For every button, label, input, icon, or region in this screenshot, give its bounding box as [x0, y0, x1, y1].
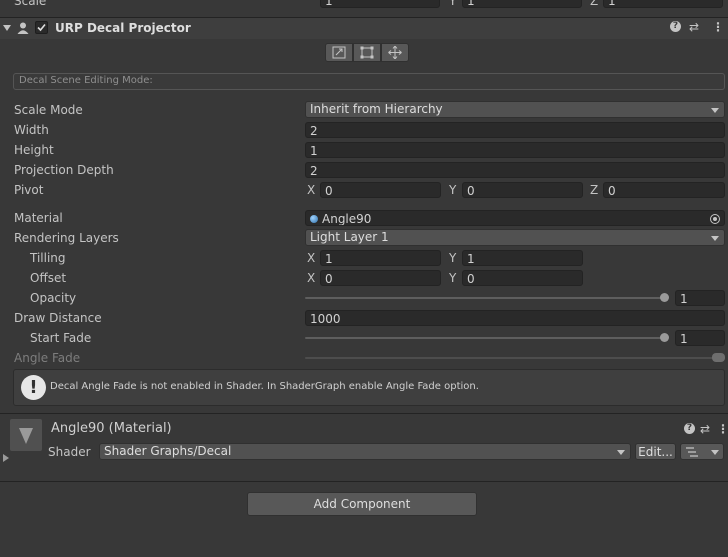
angle-fade-range-handle-icon [712, 353, 725, 362]
shader-options-button[interactable] [680, 443, 724, 460]
projection-depth-label: Projection Depth [14, 163, 114, 177]
chevron-down-icon [711, 236, 719, 241]
start-fade-label: Start Fade [30, 331, 92, 345]
preset-icon[interactable]: ⇄ [689, 20, 699, 34]
tiling-y-axis-label: Y [449, 251, 457, 265]
offset-label: Offset [30, 271, 67, 285]
tiling-x-field[interactable]: 1 [320, 250, 441, 266]
chevron-down-icon [617, 450, 625, 455]
warning-icon: ! [21, 375, 46, 400]
height-label: Height [14, 143, 54, 157]
rendering-layers-dropdown[interactable]: Light Layer 1 [305, 229, 725, 246]
shader-value: Shader Graphs/Decal [104, 444, 232, 458]
scale-z-field[interactable]: 1 [603, 0, 723, 8]
material-value: Angle90 [322, 212, 372, 226]
scale-z-axis-label: Z [590, 0, 599, 8]
opacity-slider-track[interactable] [305, 297, 667, 299]
angle-fade-range-track [305, 357, 725, 359]
pivot-z-field[interactable]: 0 [603, 182, 725, 198]
material-help-icon[interactable]: ? [684, 423, 695, 434]
scene-editing-mode-label: Decal Scene Editing Mode: [19, 75, 153, 86]
warning-message: Decal Angle Fade is not enabled in Shade… [50, 381, 479, 392]
start-fade-field[interactable]: 1 [675, 330, 725, 346]
pivot-z-axis-label: Z [590, 183, 599, 197]
material-context-menu-icon[interactable]: ⋮ [717, 422, 728, 436]
pivot-label: Pivot [14, 183, 44, 197]
start-fade-slider-knob[interactable] [660, 333, 669, 342]
chevron-down-icon [711, 108, 719, 113]
context-menu-icon[interactable]: ⋮ [712, 20, 724, 34]
opacity-slider-knob[interactable] [660, 293, 669, 302]
scale-y-axis-label: Y [449, 0, 457, 8]
rendering-layers-value: Light Layer 1 [310, 230, 389, 244]
scale-mode-value: Inherit from Hierarchy [310, 102, 443, 116]
material-foldout-arrow-icon[interactable] [3, 454, 9, 462]
offset-x-axis-label: X [307, 271, 316, 285]
material-preview-thumbnail [10, 419, 42, 451]
separator [0, 413, 728, 414]
previous-component-row: Scale 1 Y 1 Z 1 [0, 0, 728, 9]
add-component-button[interactable]: Add Component [247, 492, 477, 516]
opacity-label: Opacity [30, 291, 77, 305]
scale-mode-dropdown[interactable]: Inherit from Hierarchy [305, 101, 725, 118]
pivot-y-field[interactable]: 0 [462, 182, 583, 198]
tiling-y-field[interactable]: 1 [462, 250, 583, 266]
material-sphere-icon [310, 215, 318, 223]
shader-dropdown[interactable]: Shader Graphs/Decal [99, 443, 631, 460]
foldout-arrow-icon[interactable] [3, 25, 11, 31]
offset-x-field[interactable]: 0 [320, 270, 441, 286]
shader-label: Shader [48, 445, 91, 459]
material-object-field[interactable]: Angle90 [305, 210, 725, 226]
scale-label: Scale [14, 0, 47, 8]
object-picker-icon[interactable] [710, 214, 720, 224]
projection-depth-field[interactable]: 2 [305, 162, 725, 178]
help-icon[interactable]: ? [670, 21, 681, 32]
offset-y-axis-label: Y [449, 271, 457, 285]
material-panel-title: Angle90 (Material) [51, 421, 172, 436]
enabled-checkbox[interactable] [35, 21, 48, 34]
edit-pivot-button[interactable] [381, 43, 409, 62]
add-component-label: Add Component [313, 497, 411, 511]
separator [0, 481, 728, 482]
height-field[interactable]: 1 [305, 142, 725, 158]
angle-fade-label: Angle Fade [14, 351, 81, 365]
material-preset-icon[interactable]: ⇄ [700, 422, 710, 436]
edit-shader-label: Edit... [638, 444, 673, 459]
edit-shader-button[interactable]: Edit... [635, 443, 676, 460]
scene-editing-mode-box: Decal Scene Editing Mode: [13, 73, 725, 90]
tiling-label: Tilling [30, 251, 66, 265]
rendering-layers-label: Rendering Layers [14, 231, 119, 245]
component-title: URP Decal Projector [55, 21, 191, 35]
draw-distance-field[interactable]: 1000 [305, 310, 725, 326]
scale-y-field[interactable]: 1 [462, 0, 582, 8]
offset-y-field[interactable]: 0 [462, 270, 583, 286]
scale-x-field[interactable]: 1 [320, 0, 440, 8]
tiling-x-axis-label: X [307, 251, 316, 265]
material-label: Material [14, 211, 63, 225]
pivot-y-axis-label: Y [449, 183, 457, 197]
component-person-icon [16, 21, 30, 35]
component-header[interactable]: URP Decal Projector ? ⇄ ⋮ [0, 18, 728, 39]
edit-uv-button[interactable] [353, 43, 381, 62]
width-field[interactable]: 2 [305, 122, 725, 138]
pivot-x-field[interactable]: 0 [320, 182, 441, 198]
start-fade-slider-track[interactable] [305, 337, 667, 339]
chevron-down-icon [711, 450, 719, 455]
pivot-x-axis-label: X [307, 183, 316, 197]
scale-mode-label: Scale Mode [14, 103, 83, 117]
angle-fade-warning-box: ! Decal Angle Fade is not enabled in Sha… [13, 369, 725, 406]
width-label: Width [14, 123, 49, 137]
opacity-field[interactable]: 1 [675, 290, 725, 306]
edit-bounds-button[interactable] [325, 43, 353, 62]
draw-distance-label: Draw Distance [14, 311, 102, 325]
list-icon [686, 447, 698, 457]
